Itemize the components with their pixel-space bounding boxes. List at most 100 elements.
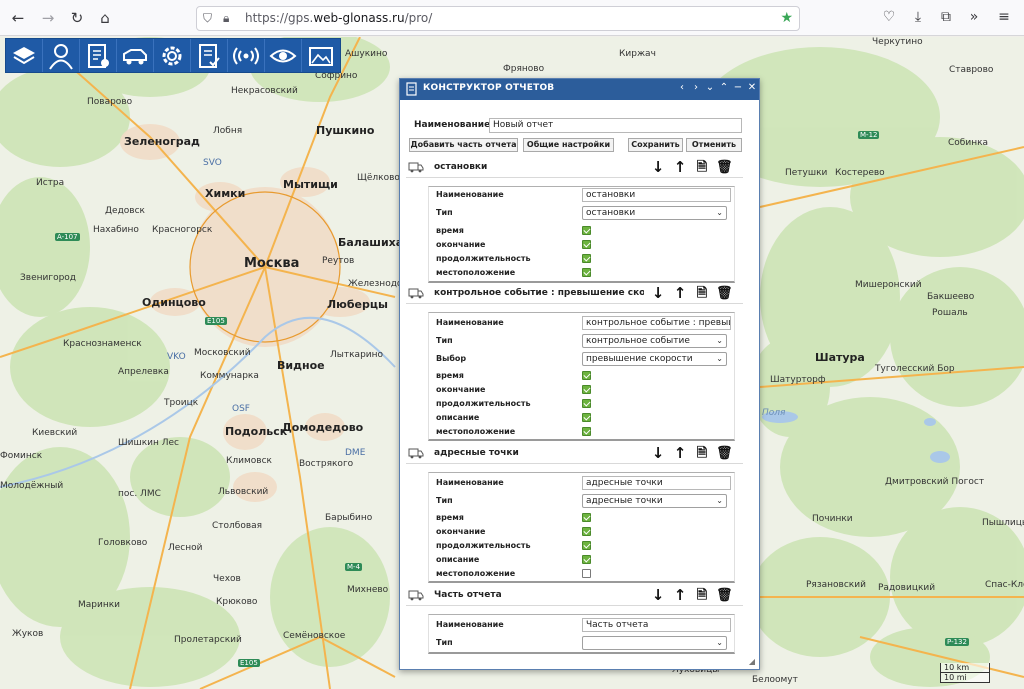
document-icon[interactable]: 🗎︎ bbox=[694, 159, 710, 176]
chevron-down-icon: ⌄ bbox=[716, 208, 723, 217]
menu-icon[interactable]: ≡ bbox=[995, 9, 1013, 25]
report-part-header[interactable]: адресные точки ↓ ↑ 🗎︎ 🗑︎ bbox=[406, 443, 743, 464]
close-icon[interactable]: ✕ bbox=[746, 82, 758, 93]
move-down-icon[interactable]: ↓ bbox=[650, 445, 666, 462]
map-label: Щёлково bbox=[357, 173, 400, 183]
map-image-icon[interactable] bbox=[302, 39, 339, 72]
user-icon[interactable] bbox=[43, 39, 80, 72]
home-icon[interactable]: ⌂ bbox=[95, 8, 115, 28]
report-icon bbox=[406, 82, 417, 96]
map-label: Жуков bbox=[12, 629, 44, 639]
location-checkbox[interactable] bbox=[582, 268, 591, 277]
map-label: Рошаль bbox=[932, 308, 968, 318]
end-checkbox[interactable] bbox=[582, 240, 591, 249]
prev-icon[interactable]: ‹ bbox=[676, 82, 688, 93]
next-icon[interactable]: › bbox=[690, 82, 702, 93]
move-down-icon[interactable]: ↓ bbox=[650, 587, 666, 604]
type-label: Тип bbox=[436, 496, 453, 505]
choice-select[interactable]: превышение скорости ⌄ bbox=[582, 352, 727, 366]
vehicle-icon[interactable] bbox=[117, 39, 154, 72]
part-name-input[interactable]: адресные точки bbox=[582, 476, 731, 490]
collapse-icon[interactable]: ⌄ bbox=[704, 82, 716, 93]
reload-icon[interactable]: ↻ bbox=[67, 8, 87, 28]
eye-icon[interactable] bbox=[265, 39, 302, 72]
road-shield: E105 bbox=[205, 317, 227, 325]
address-bar[interactable]: ⛉ 🔒︎ https://gps.web-glonass.ru/pro/ ★ bbox=[196, 6, 800, 31]
move-up-icon[interactable]: ↑ bbox=[672, 587, 688, 604]
map-label: Некрасовский bbox=[231, 86, 298, 96]
description-checkbox[interactable] bbox=[582, 413, 591, 422]
signal-icon[interactable] bbox=[228, 39, 265, 72]
download-icon[interactable]: ⤓ bbox=[909, 9, 927, 25]
location-checkbox[interactable] bbox=[582, 569, 591, 578]
minimize-icon[interactable]: − bbox=[732, 82, 744, 93]
description-checkbox[interactable] bbox=[582, 555, 591, 564]
type-select[interactable]: адресные точки ⌄ bbox=[582, 494, 727, 508]
move-down-icon[interactable]: ↓ bbox=[650, 159, 666, 176]
location-checkbox[interactable] bbox=[582, 427, 591, 436]
end-checkbox[interactable] bbox=[582, 385, 591, 394]
extensions-icon[interactable]: ⧉ bbox=[937, 9, 955, 25]
time-checkbox[interactable] bbox=[582, 371, 591, 380]
document-icon[interactable]: 🗎︎ bbox=[694, 587, 710, 604]
duration-checkbox[interactable] bbox=[582, 254, 591, 263]
location-label: местоположение bbox=[436, 268, 516, 277]
location-label: местоположение bbox=[436, 569, 516, 578]
duration-checkbox[interactable] bbox=[582, 541, 591, 550]
report-check-icon[interactable] bbox=[191, 39, 228, 72]
move-up-icon[interactable]: ↑ bbox=[672, 445, 688, 462]
part-name-input[interactable]: контрольное событие : превышен bbox=[582, 316, 731, 330]
type-select[interactable]: контрольное событие ⌄ bbox=[582, 334, 727, 348]
resize-grip-icon[interactable]: ◢ bbox=[749, 657, 755, 666]
map-label: Апрелевка bbox=[118, 367, 169, 377]
trash-icon[interactable]: 🗑︎ bbox=[716, 445, 733, 462]
map-label: Дедовск bbox=[105, 206, 145, 216]
forward-icon[interactable]: → bbox=[38, 8, 58, 28]
report-name-input[interactable]: Новый отчет bbox=[489, 118, 742, 133]
move-up-icon[interactable]: ↑ bbox=[672, 285, 688, 302]
scale-mi: 10 mi bbox=[940, 673, 990, 683]
map-label: Красногорск bbox=[152, 225, 213, 235]
map-label: Московский bbox=[194, 348, 251, 358]
save-button[interactable]: Сохранить bbox=[628, 138, 683, 152]
move-down-icon[interactable]: ↓ bbox=[650, 285, 666, 302]
report-part-header[interactable]: остановки ↓ ↑ 🗎︎ 🗑︎ bbox=[406, 157, 743, 178]
type-select[interactable]: ⌄ bbox=[582, 636, 727, 650]
report-icon[interactable] bbox=[80, 39, 117, 72]
move-up-icon[interactable]: ↑ bbox=[672, 159, 688, 176]
map-label: Люберцы bbox=[327, 298, 388, 311]
expand-icon[interactable]: ⌃ bbox=[718, 82, 730, 93]
time-checkbox[interactable] bbox=[582, 513, 591, 522]
add-part-button[interactable]: Добавить часть отчета bbox=[409, 138, 518, 152]
map-label: Истра bbox=[36, 178, 65, 188]
overflow-chevron-icon[interactable]: » bbox=[965, 9, 983, 25]
general-settings-button[interactable]: Общие настройки bbox=[523, 138, 614, 152]
report-part-header[interactable]: контрольное событие : превышение скоро..… bbox=[406, 283, 743, 304]
part-title: адресные точки bbox=[434, 448, 519, 458]
map-label: Крюково bbox=[216, 597, 258, 607]
back-icon[interactable]: ← bbox=[8, 8, 28, 28]
map-label: Молодёжный bbox=[0, 481, 64, 491]
bookmark-star-icon[interactable]: ★ bbox=[780, 10, 793, 26]
trash-icon[interactable]: 🗑︎ bbox=[716, 159, 733, 176]
report-part-header[interactable]: Часть отчета ↓ ↑ 🗎︎ 🗑︎ bbox=[406, 585, 743, 606]
part-title: остановки bbox=[434, 162, 488, 172]
end-checkbox[interactable] bbox=[582, 527, 591, 536]
time-checkbox[interactable] bbox=[582, 226, 591, 235]
map-label: Лесной bbox=[168, 543, 203, 553]
trash-icon[interactable]: 🗑︎ bbox=[716, 587, 733, 604]
url-text: https://gps.web-glonass.ru/pro/ bbox=[245, 11, 433, 25]
type-select[interactable]: остановки ⌄ bbox=[582, 206, 727, 220]
duration-checkbox[interactable] bbox=[582, 399, 591, 408]
cancel-button[interactable]: Отменить bbox=[686, 138, 742, 152]
layers-icon[interactable] bbox=[6, 39, 43, 72]
trash-icon[interactable]: 🗑︎ bbox=[716, 285, 733, 302]
dialog-header[interactable]: КОНСТРУКТОР ОТЧЕТОВ ‹ › ⌄ ⌃ − ✕ bbox=[400, 79, 759, 100]
document-icon[interactable]: 🗎︎ bbox=[694, 285, 710, 302]
document-icon[interactable]: 🗎︎ bbox=[694, 445, 710, 462]
part-name-input[interactable]: Часть отчета bbox=[582, 618, 731, 632]
pocket-icon[interactable]: ♡ bbox=[880, 9, 898, 25]
part-name-input[interactable]: остановки bbox=[582, 188, 731, 202]
settings-icon[interactable] bbox=[154, 39, 191, 72]
map-label: Краснознаменск bbox=[63, 339, 142, 349]
